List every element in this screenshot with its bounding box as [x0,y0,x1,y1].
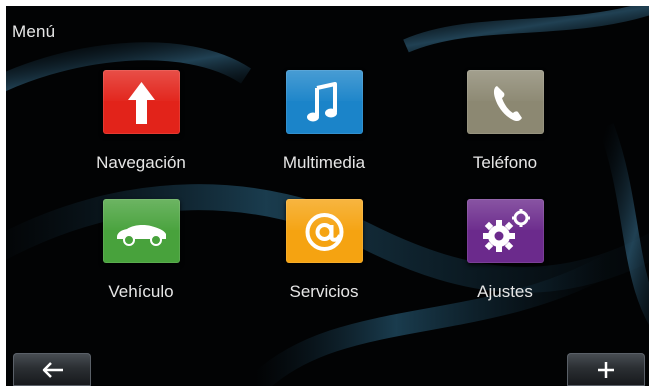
menu-item-navegacion[interactable]: Navegación [56,70,226,190]
menu-item-servicios[interactable]: Servicios [239,199,409,319]
phone-handset-icon [467,70,544,134]
menu-item-ajustes[interactable]: Ajustes [420,199,590,319]
background-swirl [6,6,649,386]
menu-item-label: Multimedia [282,153,366,172]
car-icon [103,199,180,263]
add-button[interactable] [567,353,645,386]
menu-item-label: Navegación [96,153,186,172]
menu-item-label: Teléfono [472,153,538,172]
menu-item-label: Servicios [289,282,359,301]
arrow-left-icon [42,362,63,378]
menu-item-multimedia[interactable]: Multimedia [239,70,409,190]
gears-icon [467,199,544,263]
page-title: Menú [12,22,56,41]
at-sign-icon [286,199,363,263]
menu-screen: Menú Navegación Multimedia Teléfono Vehí… [6,6,649,386]
plus-icon [598,362,614,378]
back-button[interactable] [13,353,91,386]
menu-item-telefono[interactable]: Teléfono [420,70,590,190]
menu-item-label: Vehículo [108,282,174,301]
navigation-arrow-icon [103,70,180,134]
menu-item-label: Ajustes [477,282,533,301]
menu-item-vehiculo[interactable]: Vehículo [56,199,226,319]
music-note-icon [286,70,363,134]
